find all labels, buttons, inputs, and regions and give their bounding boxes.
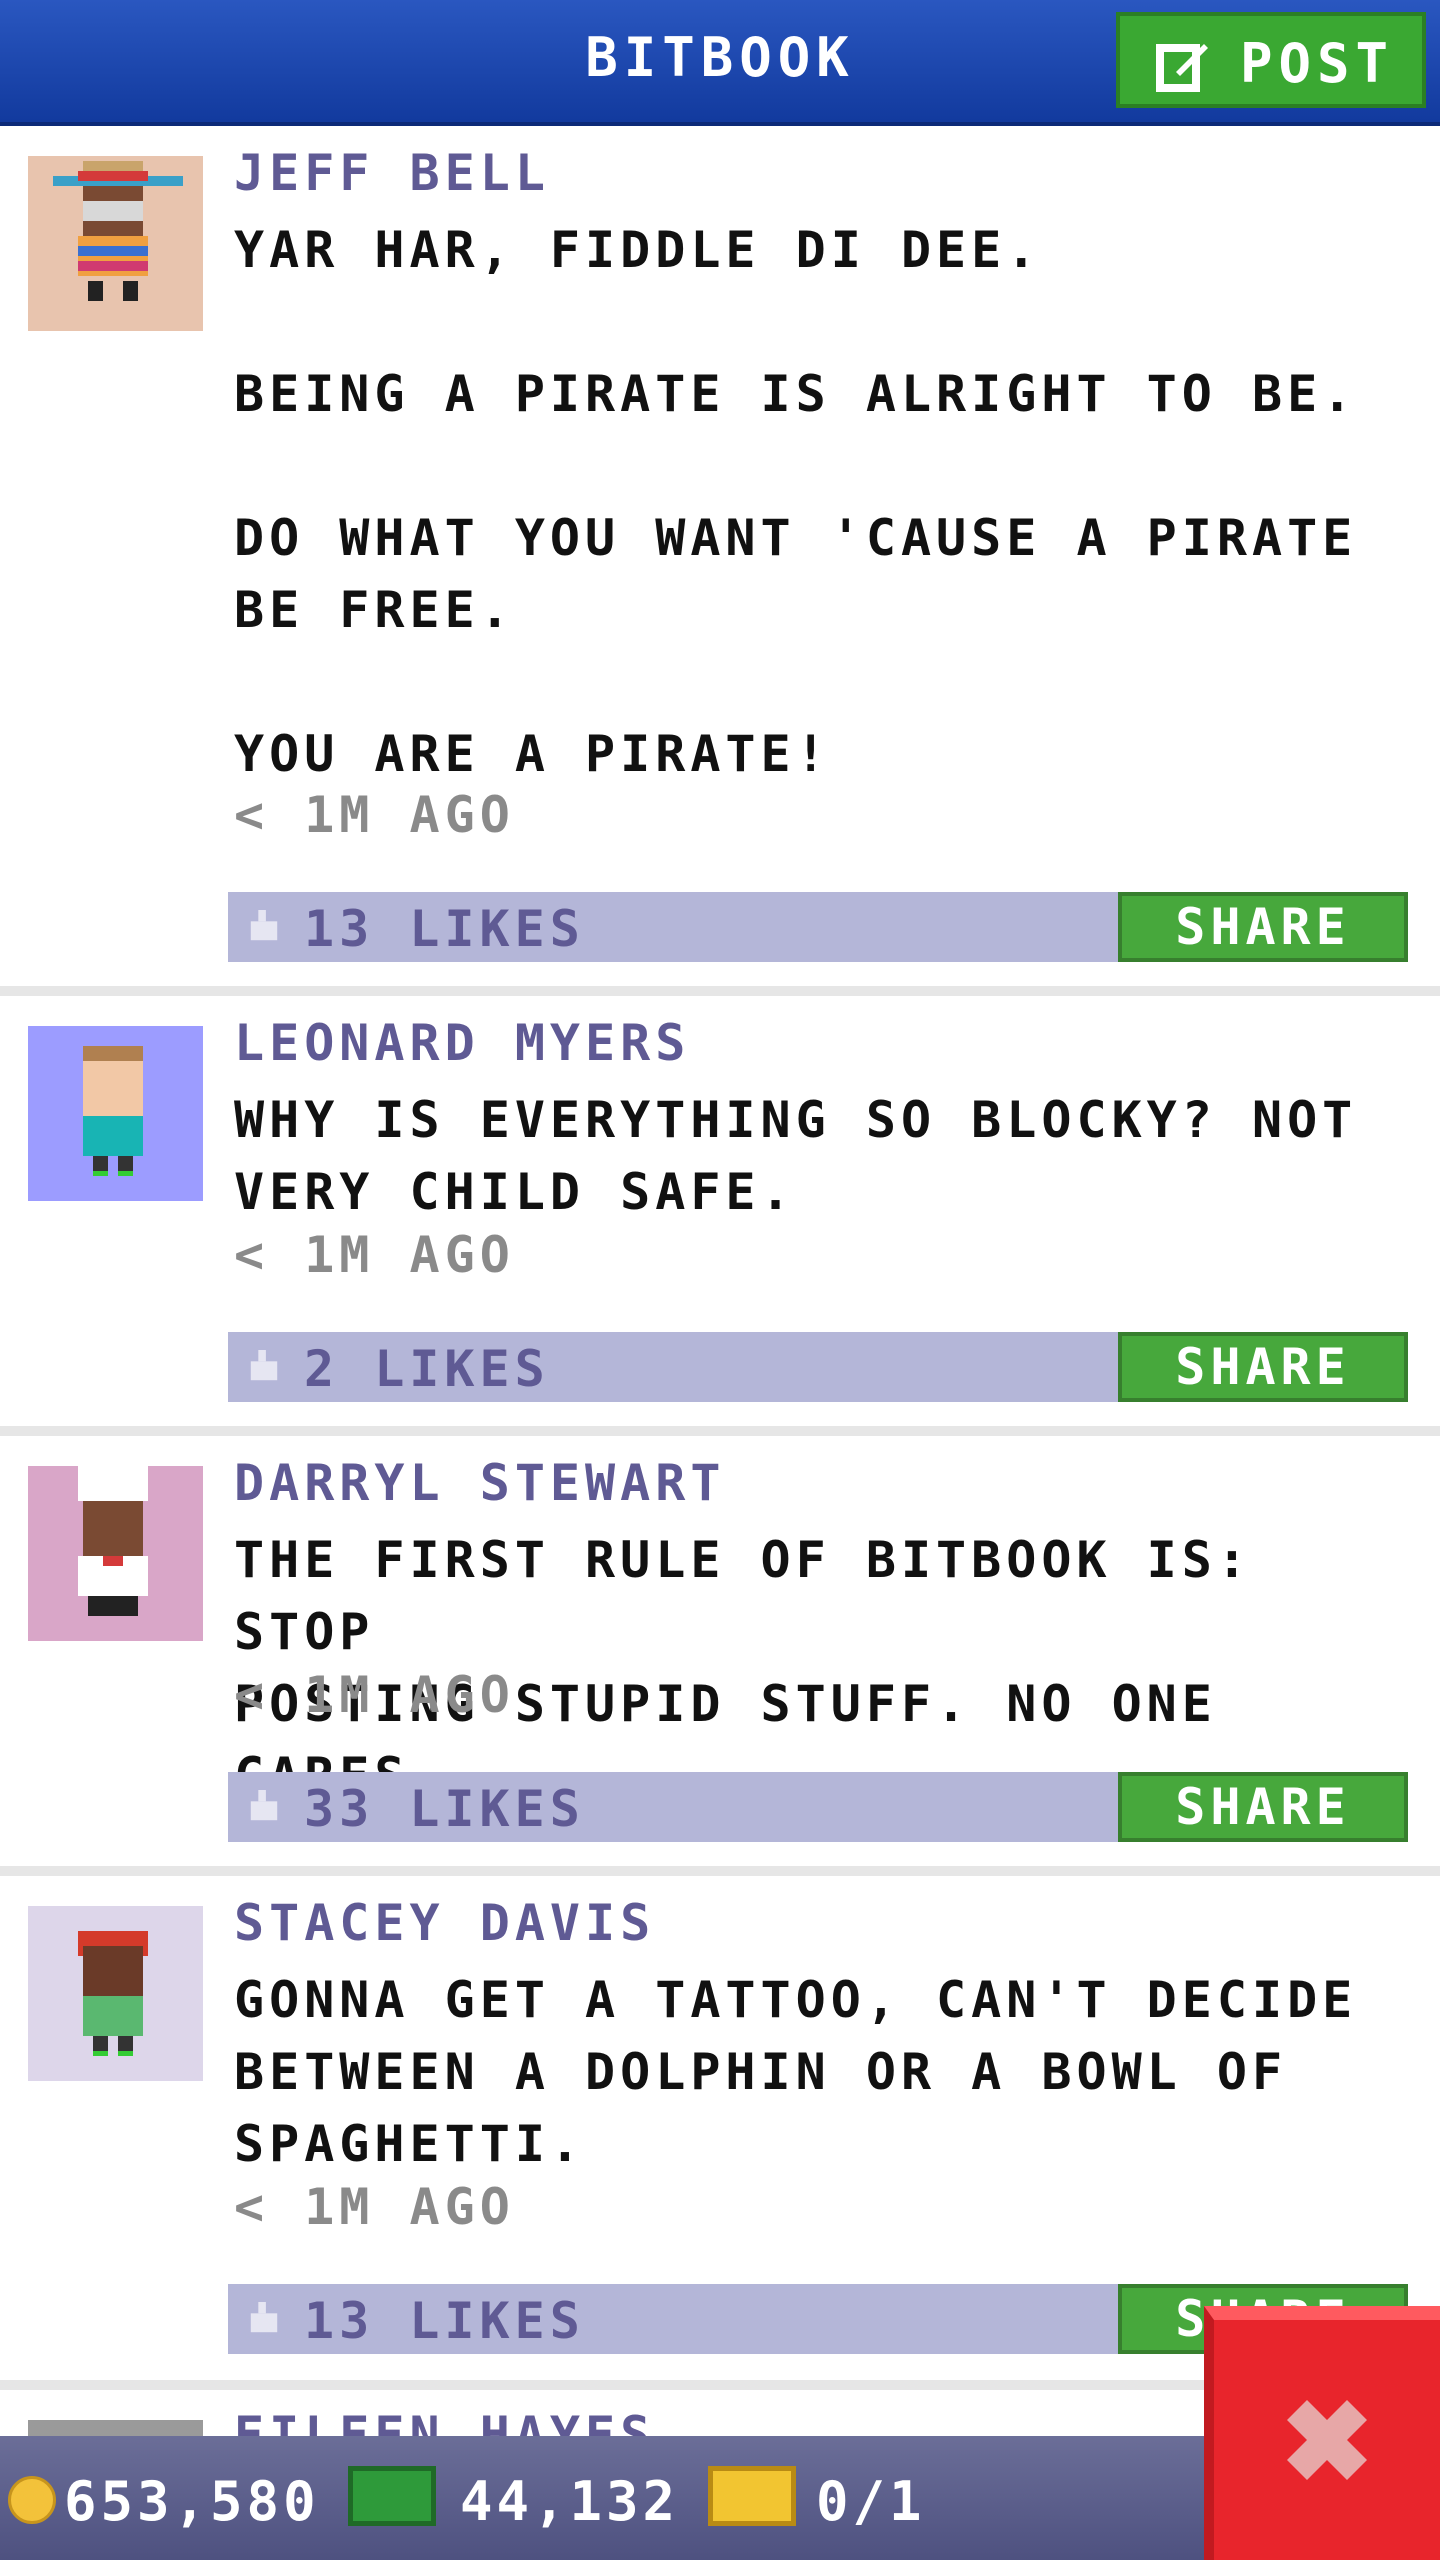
post-author[interactable]: EILEEN HAYES xyxy=(234,2406,655,2436)
cash-value: 44,132 xyxy=(460,2470,680,2533)
pirate-avatar-icon xyxy=(53,161,183,301)
post-text: GONNA GET A TATTOO, CAN'T DECIDE BETWEEN… xyxy=(234,1971,1358,2173)
compose-icon xyxy=(1156,44,1208,92)
like-bar[interactable]: 2 LIKES SHARE xyxy=(228,1332,1408,1402)
share-button[interactable]: SHARE xyxy=(1118,892,1408,962)
post-time: < 1M AGO xyxy=(234,786,515,844)
like-count: 13 LIKES xyxy=(304,2292,585,2350)
chef-avatar-icon xyxy=(78,1466,148,1616)
post-author[interactable]: DARRYL STEWART xyxy=(234,1454,725,1512)
like-count: 13 LIKES xyxy=(304,900,585,958)
like-bar[interactable]: 33 LIKES SHARE xyxy=(228,1772,1408,1842)
avatar[interactable] xyxy=(28,2420,203,2436)
person-avatar-icon xyxy=(83,1046,143,1176)
close-button[interactable] xyxy=(1204,2306,1440,2560)
feed[interactable]: JEFF BELL YAR HAR, FIDDLE DI DEE. BEING … xyxy=(0,126,1440,2436)
avatar[interactable] xyxy=(28,1026,203,1201)
thumbs-up-icon xyxy=(250,2302,278,2333)
post-time: < 1M AGO xyxy=(234,1666,515,1724)
tickets-value: 0/1 xyxy=(816,2470,926,2533)
close-icon xyxy=(1287,2400,1367,2480)
avatar[interactable] xyxy=(28,1906,203,2081)
feed-post: LEONARD MYERS WHY IS EVERYTHING SO BLOCK… xyxy=(0,996,1440,1426)
post-button[interactable]: POST xyxy=(1116,12,1426,108)
divider xyxy=(0,986,1440,996)
share-button[interactable]: SHARE xyxy=(1118,1772,1408,1842)
like-bar[interactable]: 13 LIKES SHARE xyxy=(228,892,1408,962)
divider xyxy=(0,1426,1440,1436)
post-text: YAR HAR, FIDDLE DI DEE. BEING A PIRATE I… xyxy=(234,221,1358,783)
feed-post: DARRYL STEWART THE FIRST RULE OF BITBOOK… xyxy=(0,1436,1440,1866)
like-count: 33 LIKES xyxy=(304,1780,585,1838)
like-count: 2 LIKES xyxy=(304,1340,550,1398)
avatar[interactable] xyxy=(28,156,203,331)
post-time: < 1M AGO xyxy=(234,2178,515,2236)
feed-post: JEFF BELL YAR HAR, FIDDLE DI DEE. BEING … xyxy=(0,126,1440,986)
person-avatar-icon xyxy=(78,1931,148,2056)
top-bar: BITBOOK POST xyxy=(0,0,1440,126)
coin-icon xyxy=(8,2476,56,2524)
cash-icon xyxy=(348,2466,436,2526)
post-text: WHY IS EVERYTHING SO BLOCKY? NOT VERY CH… xyxy=(234,1091,1358,1221)
thumbs-up-icon xyxy=(250,1790,278,1821)
post-author[interactable]: JEFF BELL xyxy=(234,144,550,202)
thumbs-up-icon xyxy=(250,1350,278,1381)
post-author[interactable]: STACEY DAVIS xyxy=(234,1894,655,1952)
thumbs-up-icon xyxy=(250,910,278,941)
coins-value: 653,580 xyxy=(64,2470,320,2533)
post-button-label: POST xyxy=(1240,32,1395,95)
share-button[interactable]: SHARE xyxy=(1118,1332,1408,1402)
ticket-icon xyxy=(708,2466,796,2526)
divider xyxy=(0,1866,1440,1876)
post-author[interactable]: LEONARD MYERS xyxy=(234,1014,690,1072)
avatar[interactable] xyxy=(28,1466,203,1641)
post-time: < 1M AGO xyxy=(234,1226,515,1284)
